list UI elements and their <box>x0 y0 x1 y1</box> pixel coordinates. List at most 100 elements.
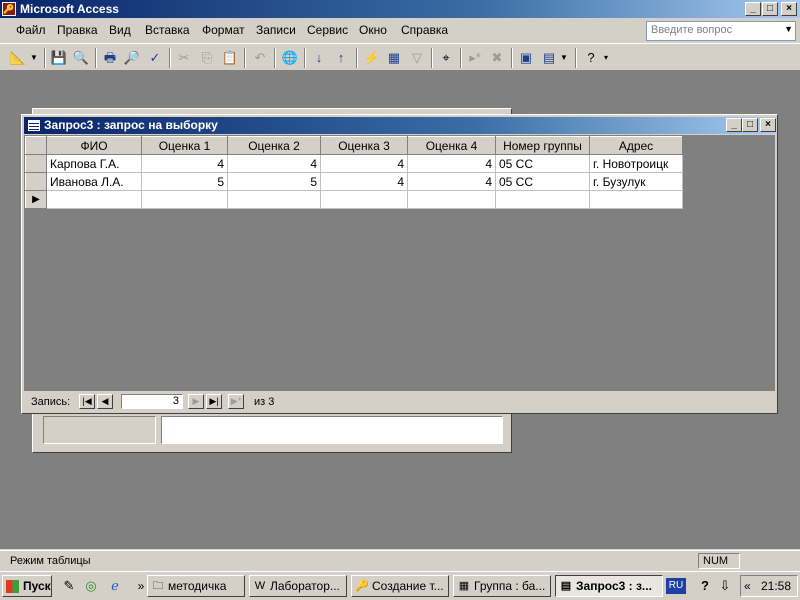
print-preview-icon[interactable]: 🔎 <box>122 48 142 68</box>
query-window-title-bar[interactable]: Запрос3 : запрос на выборку _ □ × <box>24 117 776 134</box>
cell-grade2[interactable]: 4 <box>227 154 321 173</box>
new-cell[interactable] <box>407 190 496 209</box>
num-lock-indicator: NUM <box>698 553 740 569</box>
new-cell[interactable] <box>46 190 142 209</box>
cell-grade3[interactable]: 4 <box>320 172 408 191</box>
search-file-icon[interactable]: 🔍 <box>71 48 91 68</box>
view-design-icon[interactable]: 📐 <box>8 48 28 68</box>
undo-icon[interactable]: ↶ <box>250 48 270 68</box>
delete-record-icon[interactable]: ✖ <box>487 48 507 68</box>
menu-format[interactable]: Формат <box>202 23 245 37</box>
cut-icon[interactable]: ✂ <box>174 48 194 68</box>
app-title-bar[interactable]: 🔑 Microsoft Access _ □ × <box>0 0 800 18</box>
cell-grade1[interactable]: 4 <box>141 154 228 173</box>
current-record-arrow-icon[interactable]: ▶ <box>25 190 47 209</box>
new-object-icon[interactable]: ▤ <box>539 48 559 68</box>
new-cell[interactable] <box>141 190 228 209</box>
hyperlink-icon[interactable]: 🌐 <box>280 48 300 68</box>
menu-tools[interactable]: Сервис <box>307 23 348 37</box>
view-dropdown-arrow-icon[interactable]: ▼ <box>28 48 40 68</box>
cell-grade1[interactable]: 5 <box>141 172 228 191</box>
select-all-cell[interactable] <box>25 136 47 155</box>
taskbar-button-folder[interactable]: 🗀 методичка <box>147 575 245 597</box>
maximize-button[interactable]: □ <box>762 2 778 16</box>
help-question-input[interactable]: Введите вопрос ▼ <box>646 21 796 41</box>
cell-fio[interactable]: Карпова Г.А. <box>46 154 142 173</box>
cell-grade4[interactable]: 4 <box>407 154 496 173</box>
quicklaunch-app-icon[interactable]: ◎ <box>82 577 100 595</box>
language-indicator[interactable]: RU <box>666 578 686 594</box>
spelling-icon[interactable]: ✓ <box>145 48 165 68</box>
taskbar-button-group[interactable]: ▦ Группа : ба... <box>453 575 551 597</box>
column-header-fio[interactable]: ФИО <box>46 136 142 155</box>
new-cell[interactable] <box>320 190 408 209</box>
new-record-icon[interactable]: ▸* <box>465 48 485 68</box>
new-record-nav-icon[interactable]: ▶* <box>228 394 244 409</box>
menu-help[interactable]: Справка <box>401 23 448 37</box>
minimize-button[interactable]: _ <box>745 2 761 16</box>
taskbar-button-create[interactable]: 🔑 Создание т... <box>351 575 449 597</box>
tray-expand-chevron-icon[interactable]: « <box>744 576 751 596</box>
dropdown-arrow-icon[interactable]: ▼ <box>784 24 793 34</box>
column-header-grade4[interactable]: Оценка 4 <box>407 136 496 155</box>
sort-descending-icon[interactable]: ↑ <box>331 48 351 68</box>
previous-record-icon[interactable]: ◀ <box>97 394 113 409</box>
sort-ascending-icon[interactable]: ↓ <box>309 48 329 68</box>
row-selector[interactable] <box>25 154 47 173</box>
cell-address[interactable]: г. Новотроицк <box>589 154 683 173</box>
tray-app-icon[interactable]: ⇩ <box>716 577 734 595</box>
cell-fio[interactable]: Иванова Л.А. <box>46 172 142 191</box>
column-header-grade1[interactable]: Оценка 1 <box>141 136 228 155</box>
cell-grade2[interactable]: 5 <box>227 172 321 191</box>
folder-icon: 🗀 <box>152 580 164 592</box>
find-binoculars-icon[interactable]: ⌖ <box>436 48 456 68</box>
paste-icon[interactable]: 📋 <box>220 48 240 68</box>
print-icon[interactable]: 🖶 <box>100 48 120 68</box>
new-cell[interactable] <box>227 190 321 209</box>
new-cell[interactable] <box>589 190 683 209</box>
menu-file[interactable]: Файл <box>16 23 46 37</box>
help-tray-icon[interactable]: ? <box>696 577 714 595</box>
query-close-button[interactable]: × <box>760 118 776 132</box>
start-button[interactable]: Пуск <box>2 575 52 597</box>
menu-insert[interactable]: Вставка <box>145 23 190 37</box>
taskbar-button-word-lab[interactable]: W Лаборатор... <box>249 575 347 597</box>
query-minimize-button[interactable]: _ <box>726 118 742 132</box>
menu-records[interactable]: Записи <box>256 23 296 37</box>
save-icon[interactable]: 💾 <box>49 48 69 68</box>
menu-view[interactable]: Вид <box>109 23 131 37</box>
last-record-icon[interactable]: ▶| <box>206 394 222 409</box>
taskbar-button-query3[interactable]: ▤ Запрос3 : з... <box>555 575 663 597</box>
next-record-icon[interactable]: ▶ <box>188 394 204 409</box>
database-window-icon[interactable]: ▣ <box>516 48 536 68</box>
cell-group[interactable]: 05 СС <box>495 172 590 191</box>
menu-edit[interactable]: Правка <box>57 23 98 37</box>
column-header-group[interactable]: Номер группы <box>495 136 590 155</box>
cell-grade3[interactable]: 4 <box>320 154 408 173</box>
filter-by-selection-icon[interactable]: ⚡ <box>362 48 382 68</box>
copy-icon[interactable]: ⎘ <box>197 48 217 68</box>
cell-address[interactable]: г. Бузулук <box>589 172 683 191</box>
cell-group[interactable]: 05 СС <box>495 154 590 173</box>
row-selector[interactable] <box>25 172 47 191</box>
menu-window[interactable]: Окно <box>359 23 387 37</box>
new-cell[interactable] <box>495 190 590 209</box>
cell-grade4[interactable]: 4 <box>407 172 496 191</box>
column-header-grade3[interactable]: Оценка 3 <box>320 136 408 155</box>
apply-filter-icon[interactable]: ▽ <box>407 48 427 68</box>
internet-explorer-icon[interactable]: ℯ <box>106 577 124 595</box>
close-button[interactable]: × <box>781 2 797 16</box>
toolbar-options-icon[interactable]: ▾ <box>600 48 612 68</box>
table-row: Иванова Л.А. 5 5 4 4 05 СС г. Бузулук <box>25 172 683 191</box>
status-bar: Режим таблицы NUM <box>0 550 800 570</box>
query-window[interactable]: Запрос3 : запрос на выборку _ □ × ФИО Оц… <box>21 114 778 414</box>
new-object-dropdown-arrow-icon[interactable]: ▼ <box>558 48 570 68</box>
filter-by-form-icon[interactable]: ▦ <box>384 48 404 68</box>
column-header-grade2[interactable]: Оценка 2 <box>227 136 321 155</box>
quicklaunch-show-desktop-icon[interactable]: ✎ <box>60 577 78 595</box>
help-icon[interactable]: ? <box>581 48 601 68</box>
query-maximize-button[interactable]: □ <box>742 118 758 132</box>
first-record-icon[interactable]: |◀ <box>79 394 95 409</box>
column-header-address[interactable]: Адрес <box>589 136 683 155</box>
current-record-input[interactable]: 3 <box>121 394 183 409</box>
